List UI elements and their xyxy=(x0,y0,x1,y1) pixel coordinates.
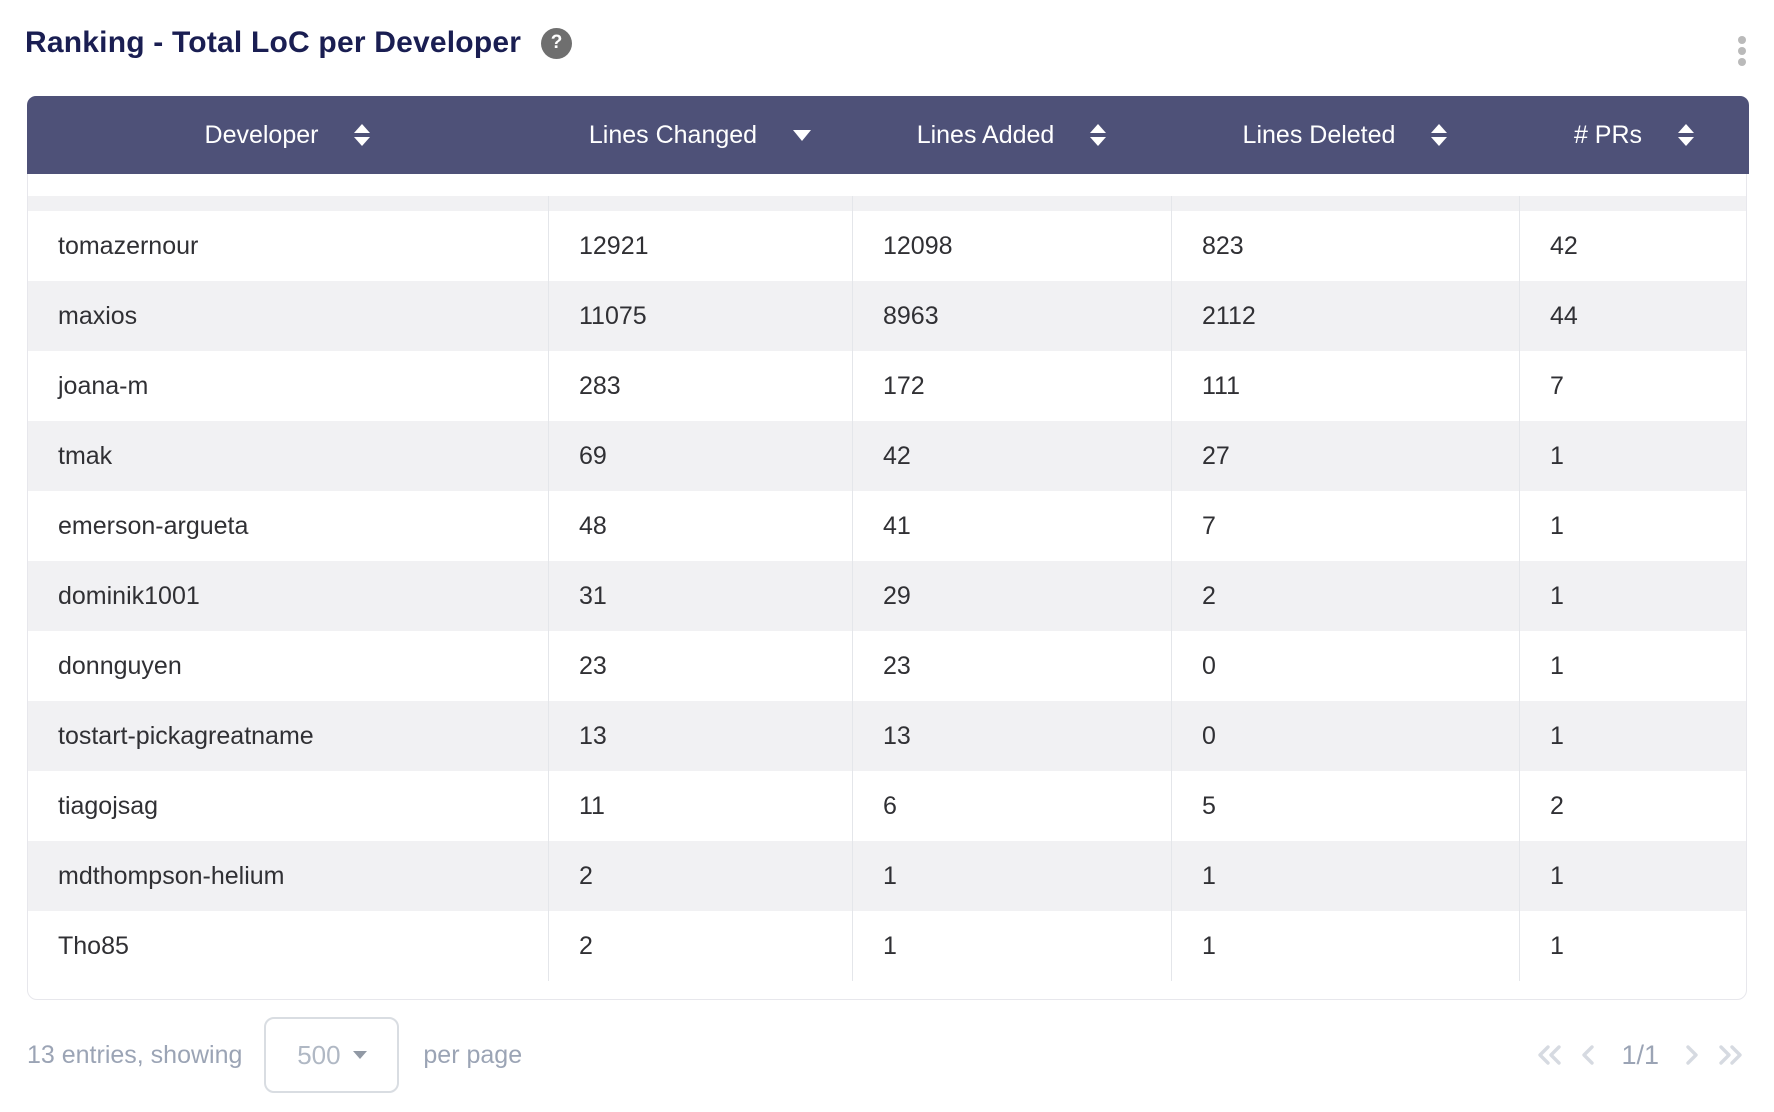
cell-lines-changed: 11075 xyxy=(549,281,853,351)
cell-lines-added: 23 xyxy=(853,631,1172,701)
cell-lines-deleted: 27 xyxy=(1172,421,1520,491)
table-row[interactable]: joana-m 283 172 111 7 xyxy=(28,351,1746,421)
table-row[interactable]: tmak 69 42 27 1 xyxy=(28,421,1746,491)
cell-lines-added: 1 xyxy=(853,911,1172,981)
cell-lines-added: 1 xyxy=(853,841,1172,911)
table-body: tomazernour 12921 12098 823 42 maxios 11… xyxy=(28,174,1746,981)
cell-prs: 1 xyxy=(1520,841,1746,911)
cell-lines-changed: 48 xyxy=(549,491,853,561)
cell-lines-deleted: 111 xyxy=(1172,351,1520,421)
cell-lines-deleted: 2 xyxy=(1172,561,1520,631)
cell-lines-deleted: 0 xyxy=(1172,701,1520,771)
chevron-down-icon xyxy=(353,1051,367,1059)
cell-lines-added: 6 xyxy=(853,771,1172,841)
table-row[interactable]: tiagojsag 11 6 5 2 xyxy=(28,771,1746,841)
cell-lines-deleted: 1 xyxy=(1172,841,1520,911)
cell-lines-deleted: 7 xyxy=(1172,491,1520,561)
cell-lines-deleted: 0 xyxy=(1172,631,1520,701)
cell-developer: tomazernour xyxy=(28,211,549,281)
sort-both-icon xyxy=(1431,124,1447,146)
cell-prs: 1 xyxy=(1520,491,1746,561)
table-row[interactable]: maxios 11075 8963 2112 44 xyxy=(28,281,1746,351)
column-header-developer[interactable]: Developer xyxy=(27,96,548,174)
cell-developer: donnguyen xyxy=(28,631,549,701)
cell-prs: 1 xyxy=(1520,631,1746,701)
cell-prs: 42 xyxy=(1520,211,1746,281)
cell-developer: emerson-argueta xyxy=(28,491,549,561)
loc-ranking-widget: Ranking - Total LoC per Developer ? Deve… xyxy=(0,0,1774,1112)
cell-lines-changed: 2 xyxy=(549,911,853,981)
cell-developer: dominik1001 xyxy=(28,561,549,631)
cell-prs: 2 xyxy=(1520,771,1746,841)
table-row[interactable]: emerson-argueta 48 41 7 1 xyxy=(28,491,1746,561)
table-header-row: Developer Lines Changed Lines Added Line… xyxy=(27,96,1749,174)
sort-both-icon xyxy=(354,124,370,146)
cell-developer: tmak xyxy=(28,421,549,491)
column-header-lines-changed[interactable]: Lines Changed xyxy=(548,96,852,174)
cell-lines-deleted: 5 xyxy=(1172,771,1520,841)
sort-both-icon xyxy=(1678,124,1694,146)
cell-lines-changed: 23 xyxy=(549,631,853,701)
cell-lines-added: 13 xyxy=(853,701,1172,771)
scroll-gap xyxy=(28,174,1746,196)
cell-developer: maxios xyxy=(28,281,549,351)
kebab-menu-icon[interactable] xyxy=(1738,36,1746,66)
per-page-label: per page xyxy=(423,1041,522,1070)
page-title: Ranking - Total LoC per Developer xyxy=(25,26,521,60)
cell-prs: 44 xyxy=(1520,281,1746,351)
cell-prs: 1 xyxy=(1520,701,1746,771)
cell-lines-changed: 31 xyxy=(549,561,853,631)
cell-prs: 1 xyxy=(1520,911,1746,981)
cell-developer: tostart-pickagreatname xyxy=(28,701,549,771)
page-size-dropdown[interactable]: 500 xyxy=(264,1017,399,1093)
cell-developer: joana-m xyxy=(28,351,549,421)
cell-lines-added: 29 xyxy=(853,561,1172,631)
cell-lines-changed: 12921 xyxy=(549,211,853,281)
cell-lines-changed: 69 xyxy=(549,421,853,491)
table-footer: 13 entries, showing 500 per page 1/1 xyxy=(27,1016,1747,1094)
previous-page-icon[interactable] xyxy=(1577,1040,1601,1070)
cell-lines-deleted: 1 xyxy=(1172,911,1520,981)
help-icon[interactable]: ? xyxy=(541,28,572,59)
column-header-prs[interactable]: # PRs xyxy=(1519,96,1749,174)
column-header-lines-deleted[interactable]: Lines Deleted xyxy=(1171,96,1519,174)
table-row[interactable]: donnguyen 23 23 0 1 xyxy=(28,631,1746,701)
cell-lines-changed: 2 xyxy=(549,841,853,911)
sort-both-icon xyxy=(1090,124,1106,146)
table-row[interactable]: mdthompson-helium 2 1 1 1 xyxy=(28,841,1746,911)
cell-lines-added: 12098 xyxy=(853,211,1172,281)
cell-prs: 1 xyxy=(1520,421,1746,491)
table-row[interactable]: Tho85 2 1 1 1 xyxy=(28,911,1746,981)
cell-prs: 1 xyxy=(1520,561,1746,631)
pagination: 1/1 xyxy=(1533,1040,1747,1071)
cell-lines-added: 42 xyxy=(853,421,1172,491)
table-row[interactable]: tomazernour 12921 12098 823 42 xyxy=(28,211,1746,281)
page-indicator: 1/1 xyxy=(1621,1040,1659,1071)
cell-lines-changed: 11 xyxy=(549,771,853,841)
cell-lines-added: 8963 xyxy=(853,281,1172,351)
cell-lines-deleted: 823 xyxy=(1172,211,1520,281)
titlebar: Ranking - Total LoC per Developer ? xyxy=(25,26,572,60)
sort-desc-icon xyxy=(793,130,811,141)
cell-lines-deleted: 2112 xyxy=(1172,281,1520,351)
cell-developer: Tho85 xyxy=(28,911,549,981)
cell-prs: 7 xyxy=(1520,351,1746,421)
cell-developer: mdthompson-helium xyxy=(28,841,549,911)
next-page-icon[interactable] xyxy=(1679,1040,1703,1070)
cell-developer: tiagojsag xyxy=(28,771,549,841)
table-row[interactable]: tostart-pickagreatname 13 13 0 1 xyxy=(28,701,1746,771)
partial-scrolled-row xyxy=(28,196,1746,211)
first-page-icon[interactable] xyxy=(1533,1040,1567,1070)
cell-lines-added: 41 xyxy=(853,491,1172,561)
entries-count-label: 13 entries, showing xyxy=(27,1041,242,1070)
cell-lines-changed: 283 xyxy=(549,351,853,421)
cell-lines-added: 172 xyxy=(853,351,1172,421)
page-size-value: 500 xyxy=(297,1040,340,1071)
last-page-icon[interactable] xyxy=(1713,1040,1747,1070)
table-row[interactable]: dominik1001 31 29 2 1 xyxy=(28,561,1746,631)
ranking-table: Developer Lines Changed Lines Added Line… xyxy=(27,96,1747,1000)
column-header-lines-added[interactable]: Lines Added xyxy=(852,96,1171,174)
cell-lines-changed: 13 xyxy=(549,701,853,771)
